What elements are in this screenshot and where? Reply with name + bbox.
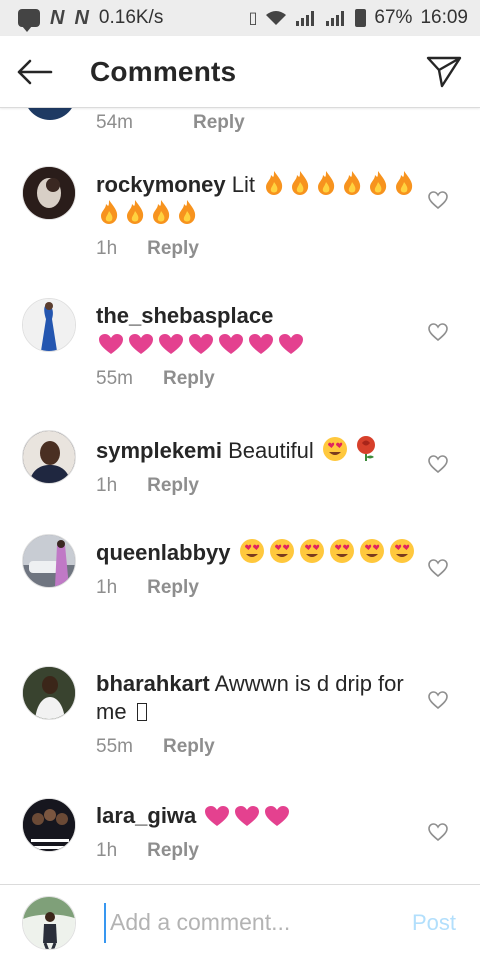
avatar[interactable] — [22, 798, 76, 852]
comment-time: 55m — [96, 736, 133, 757]
network-speed: 0.16K/s — [98, 7, 164, 28]
reply-button[interactable]: Reply — [193, 112, 245, 134]
wifi-icon — [266, 11, 287, 25]
battery-icon — [355, 9, 367, 27]
avatar[interactable] — [22, 430, 76, 484]
status-bar: N N 0.16K/s ▯ 67% 16:09 — [0, 0, 480, 36]
comment-text: symplekemi Beautiful — [96, 434, 418, 465]
missing-glyph-icon — [136, 703, 147, 721]
heart-outline-icon — [428, 191, 448, 209]
n-notification-icon: N — [74, 6, 89, 29]
avatar[interactable] — [22, 298, 76, 352]
signal-icon — [296, 11, 315, 26]
heart-eyes-emoji-group — [237, 539, 417, 565]
share-button[interactable] — [408, 36, 480, 108]
comment-username[interactable]: the_shebasplace — [96, 303, 273, 328]
avatar[interactable] — [24, 108, 76, 120]
comment-username[interactable]: lara_giwa — [96, 803, 196, 828]
comment-username[interactable]: bharahkart — [96, 671, 210, 696]
comment-input[interactable] — [104, 902, 394, 943]
signal-icon-2 — [326, 11, 345, 26]
comment-username[interactable]: symplekemi — [96, 438, 222, 463]
like-button[interactable] — [426, 188, 450, 212]
reply-button[interactable]: Reply — [147, 238, 199, 260]
comment-text: bharahkart Awwwn is d drip for me — [96, 670, 418, 726]
heart-outline-icon — [428, 559, 448, 577]
comment-body: Beautiful — [228, 438, 314, 463]
comment-username[interactable]: rockymoney — [96, 172, 226, 197]
comment-text: rockymoney Lit — [96, 170, 418, 228]
heart-outline-icon — [428, 323, 448, 341]
page-title: Comments — [90, 55, 237, 87]
avatar[interactable] — [22, 166, 76, 220]
battery-percent: 67% — [374, 7, 413, 28]
comments-header: Comments — [0, 36, 480, 108]
like-button[interactable] — [426, 320, 450, 344]
heart-outline-icon — [428, 823, 448, 841]
comment-time: 1h — [96, 238, 118, 259]
reply-button[interactable]: Reply — [147, 840, 199, 862]
comment-body: Lit — [231, 172, 255, 197]
back-button[interactable] — [0, 36, 70, 108]
reply-button[interactable]: Reply — [163, 736, 215, 758]
n-notification-icon: N — [50, 6, 65, 29]
like-button[interactable] — [426, 820, 450, 844]
avatar[interactable] — [22, 534, 76, 588]
comment-time: 1h — [96, 840, 118, 861]
comment-time: 54m — [96, 112, 133, 133]
partial-comment: 54m Reply — [0, 108, 480, 138]
reply-button[interactable]: Reply — [147, 577, 199, 599]
comment-time: 1h — [96, 475, 118, 496]
vibrate-icon: ▯ — [248, 10, 258, 27]
message-notification-icon — [18, 9, 40, 32]
comments-list[interactable]: 54m Reply rockymoney Lit 1h Reply the_sh… — [0, 108, 480, 884]
heart-emoji-group — [96, 331, 306, 356]
avatar[interactable] — [22, 666, 76, 720]
comment-composer: Post — [0, 884, 480, 960]
comment-text: lara_giwa — [96, 802, 418, 830]
heart-emoji-group — [202, 803, 292, 828]
reply-button[interactable]: Reply — [163, 368, 215, 390]
current-user-avatar[interactable] — [22, 895, 76, 950]
comment-time: 55m — [96, 368, 133, 389]
heart-outline-icon — [428, 691, 448, 709]
comment-text: queenlabbyy — [96, 538, 418, 567]
like-button[interactable] — [426, 452, 450, 476]
reply-button[interactable]: Reply — [147, 475, 199, 497]
emoji-group — [320, 436, 382, 463]
post-button[interactable]: Post — [412, 910, 456, 936]
comment-text: the_shebasplace — [96, 302, 418, 358]
paper-plane-icon — [426, 56, 462, 87]
like-button[interactable] — [426, 688, 450, 712]
arrow-left-icon — [17, 59, 53, 84]
comment-time: 1h — [96, 577, 118, 598]
comment-username[interactable]: queenlabbyy — [96, 540, 230, 565]
clock: 16:09 — [420, 7, 468, 28]
like-button[interactable] — [426, 556, 450, 580]
heart-outline-icon — [428, 455, 448, 473]
